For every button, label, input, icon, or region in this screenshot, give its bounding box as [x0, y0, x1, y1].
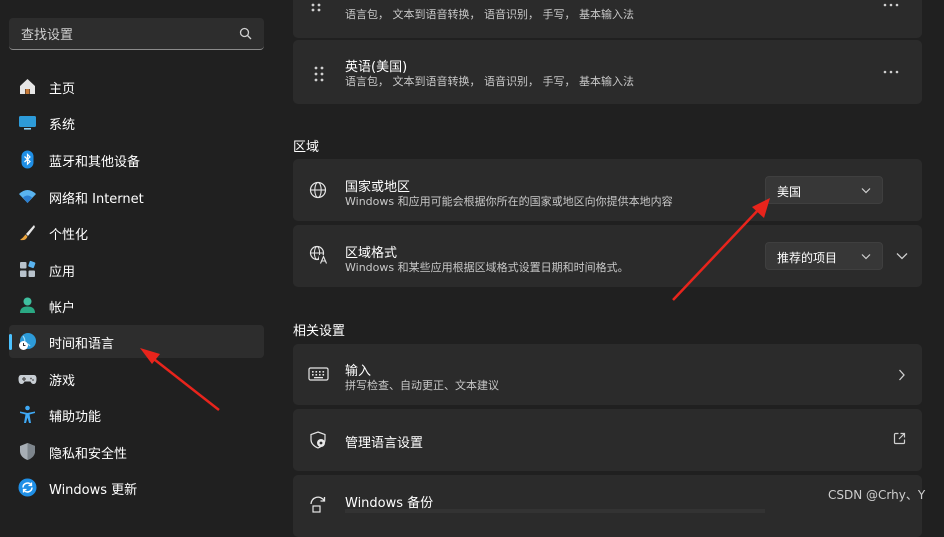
chevron-right-icon [899, 369, 905, 381]
expand-chevron-icon[interactable] [896, 252, 908, 260]
accessibility-icon [20, 405, 35, 423]
sidebar-item-label: 游戏 [49, 374, 76, 389]
search-box[interactable] [9, 18, 264, 50]
open-external-icon[interactable] [893, 432, 906, 445]
regional-format-card[interactable]: 区域格式 Windows 和某些应用根据区域格式设置日期和时间格式。 推荐的项目 [293, 225, 922, 287]
update-icon [18, 478, 37, 497]
sidebar-item-windows-update[interactable]: Windows 更新 [9, 471, 264, 504]
person-icon [20, 297, 35, 313]
windows-backup-card[interactable]: Windows 备份 [293, 475, 922, 537]
sidebar-item-gaming[interactable]: 游戏 [9, 362, 264, 395]
monitor-icon [19, 116, 36, 130]
sidebar-item-privacy[interactable]: 隐私和安全性 [9, 435, 264, 468]
sidebar-item-system[interactable]: 系统 [9, 106, 264, 139]
apps-icon [20, 260, 36, 277]
sidebar-item-bluetooth[interactable]: 蓝牙和其他设备 [9, 143, 264, 176]
regional-format-desc: Windows 和某些应用根据区域格式设置日期和时间格式。 [345, 261, 629, 274]
shield-gear-icon [310, 431, 326, 449]
backup-icon [310, 496, 326, 513]
sidebar-item-label: 应用 [49, 265, 76, 280]
keyboard-icon [308, 367, 329, 381]
region-heading: 区域 [293, 140, 320, 155]
sidebar-item-label: 隐私和安全性 [49, 447, 128, 462]
sidebar-item-home[interactable]: 主页 [9, 70, 264, 103]
sidebar-item-label: 主页 [49, 82, 76, 97]
sidebar-item-label: 网络和 Internet [49, 192, 144, 207]
search-input[interactable] [19, 24, 233, 46]
sidebar-item-label: 帐户 [49, 301, 76, 316]
sidebar: 主页 系统 蓝牙和其他设备 网络和 Internet 个性化 [0, 0, 275, 511]
sidebar-item-label: Windows 更新 [49, 483, 138, 498]
brush-icon [20, 225, 35, 241]
sidebar-item-apps[interactable]: 应用 [9, 253, 264, 286]
wifi-icon [19, 190, 36, 203]
sidebar-item-accounts[interactable]: 帐户 [9, 289, 264, 322]
sidebar-item-time-language[interactable]: 时间和语言 [9, 325, 264, 358]
watermark: CSDN @Crhy、Y [828, 488, 926, 502]
selection-indicator [9, 334, 12, 350]
gamepad-icon [18, 375, 37, 384]
regional-format-icon [309, 245, 328, 264]
sidebar-item-accessibility[interactable]: 辅助功能 [9, 398, 264, 431]
related-settings-heading: 相关设置 [293, 324, 346, 339]
bluetooth-icon [21, 150, 34, 169]
language-desc: 语言包， 文本到语音转换， 语音识别， 手写， 基本输入法 [345, 75, 634, 88]
sidebar-item-label: 辅助功能 [49, 410, 102, 425]
manage-language-title: 管理语言设置 [345, 436, 424, 451]
country-dropdown-value: 美国 [777, 185, 802, 199]
language-card[interactable]: 语言包， 文本到语音转换， 语音识别， 手写， 基本输入法 [293, 0, 922, 38]
sidebar-item-label: 个性化 [49, 228, 89, 243]
language-card[interactable]: 英语(美国) 语言包， 文本到语音转换， 语音识别， 手写， 基本输入法 [293, 40, 922, 104]
globe-icon [309, 181, 327, 199]
language-desc: 语言包， 文本到语音转换， 语音识别， 手写， 基本输入法 [345, 8, 634, 21]
globe-clock-icon [19, 333, 36, 350]
shield-icon [20, 443, 35, 460]
chevron-down-icon [861, 188, 871, 194]
country-region-card[interactable]: 国家或地区 Windows 和应用可能会根据你所在的国家或地区向你提供本地内容 … [293, 159, 922, 221]
sidebar-item-label: 时间和语言 [49, 337, 115, 352]
sidebar-item-label: 蓝牙和其他设备 [49, 155, 141, 170]
more-options-icon[interactable] [883, 3, 899, 7]
more-options-icon[interactable] [883, 70, 899, 74]
country-dropdown[interactable]: 美国 [765, 176, 883, 204]
sidebar-item-label: 系统 [49, 118, 76, 133]
regional-format-dropdown[interactable]: 推荐的项目 [765, 242, 883, 270]
regional-format-dropdown-value: 推荐的项目 [777, 251, 838, 265]
drag-handle-icon[interactable] [313, 66, 325, 82]
sidebar-item-network[interactable]: 网络和 Internet [9, 180, 264, 213]
country-region-desc: Windows 和应用可能会根据你所在的国家或地区向你提供本地内容 [345, 195, 673, 208]
sidebar-item-personalization[interactable]: 个性化 [9, 216, 264, 249]
windows-backup-desc-clipped [345, 509, 765, 513]
input-settings-card[interactable]: 输入 拼写检查、自动更正、文本建议 [293, 344, 922, 405]
home-icon [20, 79, 35, 94]
drag-handle-icon[interactable] [310, 2, 322, 16]
input-settings-desc: 拼写检查、自动更正、文本建议 [345, 379, 499, 392]
search-icon[interactable] [239, 27, 252, 40]
main-content: 语言包， 文本到语音转换， 语音识别， 手写， 基本输入法 英语(美国) 语言包… [275, 0, 944, 537]
chevron-down-icon [861, 254, 871, 260]
manage-language-card[interactable]: 管理语言设置 [293, 409, 922, 471]
